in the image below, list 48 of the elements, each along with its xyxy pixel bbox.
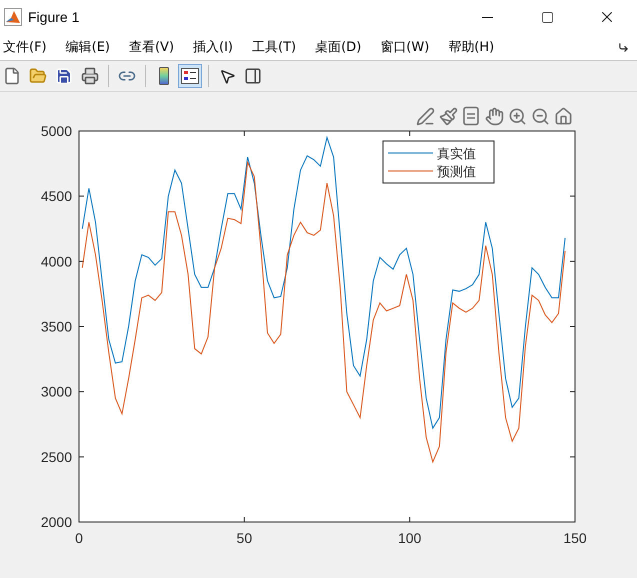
axes-tool-button[interactable] <box>414 105 436 127</box>
menu-item[interactable]: 窗口(W) <box>377 38 438 56</box>
property-panel-icon <box>244 67 262 85</box>
menu-item[interactable]: 工具(T) <box>249 38 304 56</box>
axes-tool-button[interactable] <box>437 105 459 127</box>
brush-icon <box>438 106 458 126</box>
folder-icon <box>29 67 47 85</box>
menu-item[interactable]: 查看(V) <box>126 38 182 56</box>
app-logo-icon <box>4 8 22 26</box>
menu-item[interactable]: 文件(F) <box>0 38 55 56</box>
legend-label: 真实值 <box>437 147 476 162</box>
pen-icon <box>416 106 434 126</box>
legend-label: 预测值 <box>437 165 476 180</box>
legend-list-icon <box>462 106 480 126</box>
y-tick-label: 4000 <box>40 253 72 270</box>
axes-tool-button[interactable] <box>483 105 505 127</box>
home-icon <box>554 106 572 126</box>
axes-tool-button[interactable] <box>460 105 482 127</box>
dock-arrow-icon[interactable] <box>618 42 629 53</box>
toolbar-button[interactable] <box>178 64 202 88</box>
x-tick-label: 100 <box>398 530 422 546</box>
colorbar-icon <box>159 67 169 85</box>
menu-item[interactable]: 帮助(H) <box>445 38 502 56</box>
y-tick-label: 3500 <box>40 318 72 334</box>
zoom-in-icon <box>508 106 526 126</box>
legend-line <box>388 152 434 154</box>
y-tick-label: 3000 <box>40 384 72 400</box>
save-icon <box>55 67 73 85</box>
hand-icon <box>484 106 504 126</box>
window-title: Figure 1 <box>28 9 80 25</box>
zoom-out-icon <box>530 106 550 126</box>
y-tick-label: 2000 <box>40 514 72 530</box>
x-tick-label: 150 <box>563 530 587 546</box>
maximize-icon <box>540 10 554 24</box>
print-icon <box>81 67 99 85</box>
minimize-icon <box>482 16 492 18</box>
legend-icon <box>181 68 199 84</box>
x-tick-label: 50 <box>236 530 252 546</box>
y-tick-label: 4500 <box>40 188 72 204</box>
menu-item[interactable]: 插入(I) <box>190 38 242 56</box>
x-tick-label: 0 <box>75 530 83 546</box>
menu-item[interactable]: 编辑(E) <box>62 38 118 56</box>
menu-item[interactable]: 桌面(D) <box>312 38 370 56</box>
legend-line <box>388 170 434 172</box>
new-file-icon <box>3 67 21 85</box>
y-tick-label: 5000 <box>40 123 72 139</box>
y-tick-label: 2500 <box>40 448 72 465</box>
pointer-icon <box>218 68 236 84</box>
